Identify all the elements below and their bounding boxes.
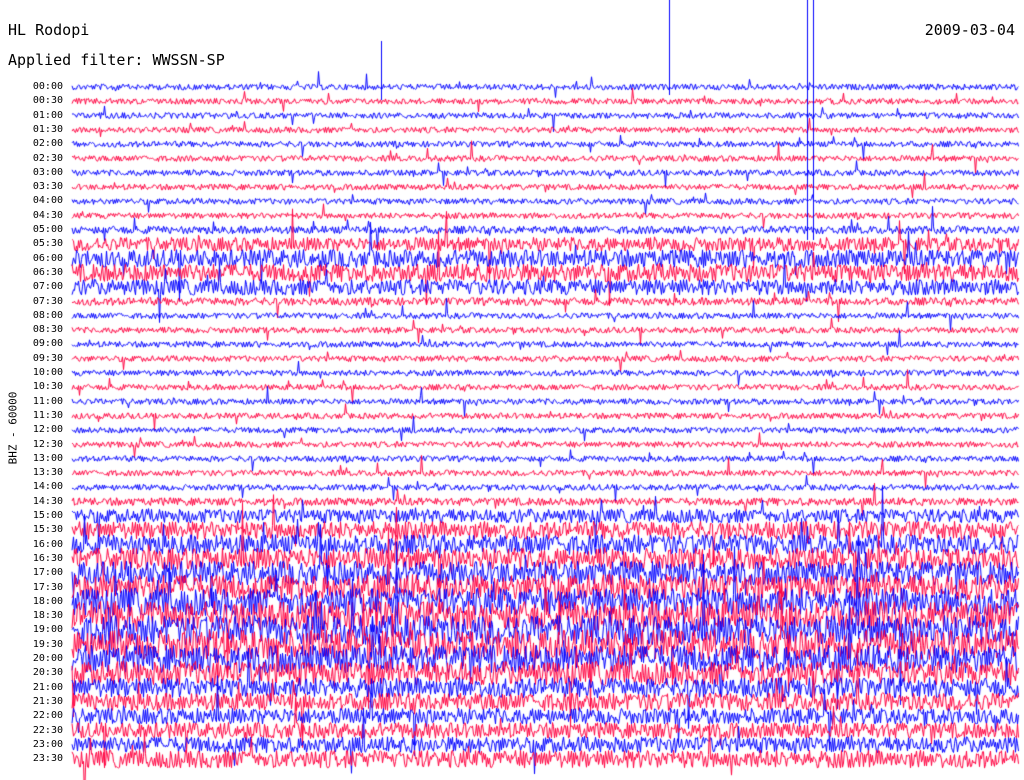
row-time-label: 07:00 — [32, 281, 63, 293]
row-time-label: 14:30 — [32, 495, 63, 507]
row-time-label: 03:00 — [32, 166, 63, 178]
seismogram-canvas — [0, 0, 1024, 780]
row-time-label: 01:00 — [32, 109, 63, 121]
row-time-label: 11:30 — [32, 409, 63, 421]
row-time-label: 13:30 — [32, 467, 63, 479]
filter-subtitle: Applied filter: WWSSN-SP — [8, 51, 225, 69]
row-time-label: 19:30 — [32, 638, 63, 650]
row-time-label: 11:00 — [32, 395, 63, 407]
row-time-label: 00:30 — [32, 95, 63, 107]
row-time-label: 12:30 — [32, 438, 63, 450]
row-time-label: 08:30 — [32, 324, 63, 336]
row-time-label: 06:30 — [32, 266, 63, 278]
row-time-label: 21:00 — [32, 681, 63, 693]
row-time-label: 20:00 — [32, 653, 63, 664]
row-time-label: 18:30 — [32, 610, 63, 622]
row-time-label: 17:00 — [32, 567, 63, 579]
row-time-label: 07:30 — [32, 295, 63, 307]
row-time-label: 15:00 — [32, 510, 63, 521]
y-axis-label: BHZ - 60000 — [6, 391, 20, 465]
row-time-label: 14:00 — [32, 481, 63, 493]
row-time-label: 16:30 — [32, 552, 63, 564]
row-time-label: 19:00 — [32, 624, 63, 636]
row-time-label: 10:30 — [32, 381, 63, 393]
row-time-label: 02:00 — [32, 138, 63, 150]
row-time-label: 12:00 — [32, 424, 63, 436]
row-time-label: 05:30 — [32, 238, 63, 250]
row-time-label: 10:00 — [32, 367, 63, 378]
row-time-label: 23:30 — [32, 753, 63, 765]
row-time-label: 22:30 — [32, 724, 63, 736]
row-time-label: 15:30 — [32, 524, 63, 536]
row-time-label: 16:00 — [32, 538, 63, 550]
row-time-label: 23:00 — [32, 738, 63, 750]
row-time-label: 01:30 — [32, 123, 63, 135]
row-time-label: 13:00 — [32, 452, 63, 464]
row-time-label: 02:30 — [32, 152, 63, 164]
row-time-label: 20:30 — [32, 667, 63, 679]
row-time-label: 09:30 — [32, 352, 63, 364]
date-label: 2009-03-04 — [924, 21, 1015, 39]
row-time-label: 03:30 — [32, 181, 63, 193]
row-time-label: 00:00 — [32, 81, 63, 92]
row-time-label: 21:30 — [32, 695, 63, 707]
row-time-label: 22:00 — [32, 710, 63, 722]
row-time-label: 17:30 — [32, 581, 63, 593]
row-time-label: 04:30 — [32, 209, 63, 221]
row-time-label: 09:00 — [32, 338, 63, 350]
row-time-label: 05:00 — [32, 224, 63, 235]
row-time-label: 08:00 — [32, 309, 63, 321]
station-title: HL Rodopi — [8, 21, 90, 39]
row-time-label: 04:00 — [32, 195, 63, 207]
row-time-label: 06:00 — [32, 252, 63, 264]
row-time-label: 18:00 — [32, 595, 63, 607]
